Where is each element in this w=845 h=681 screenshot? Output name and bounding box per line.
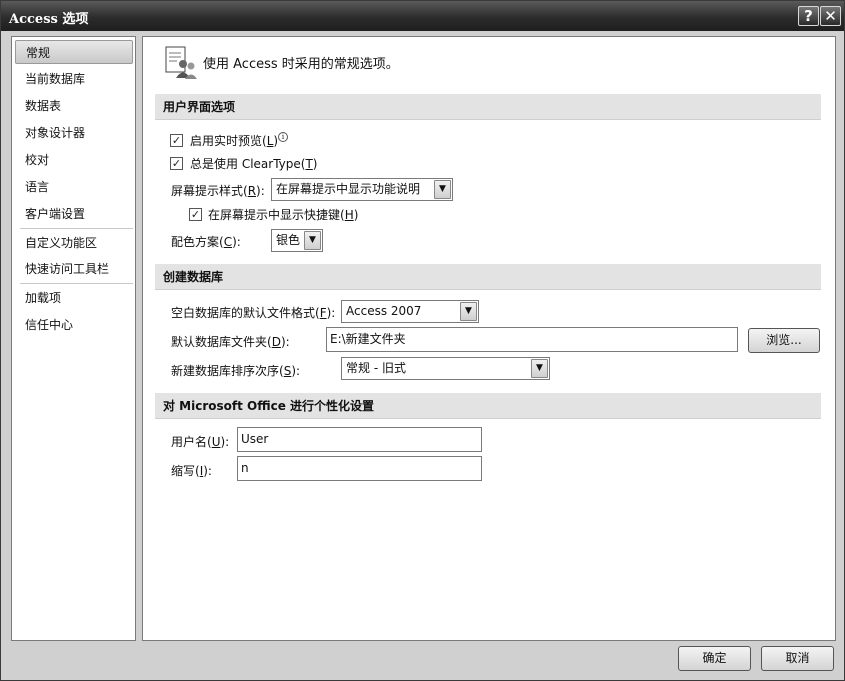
- username-label: 用户名(U):: [171, 435, 230, 449]
- access-options-dialog: Access 选项 ? ✕ 常规 当前数据库 数据表 对象设计器 校对 语言 客…: [0, 0, 845, 681]
- section-create-database: 创建数据库: [155, 264, 821, 290]
- file-format-select[interactable]: Access 2007 ▼: [341, 300, 479, 323]
- sidebar-item-trust-center[interactable]: 信任中心: [15, 313, 133, 337]
- live-preview-label[interactable]: 启用实时预览(L): [190, 132, 278, 149]
- section-personalize-office: 对 Microsoft Office 进行个性化设置: [155, 393, 821, 419]
- sidebar-item-current-database[interactable]: 当前数据库: [15, 67, 133, 91]
- initials-input[interactable]: n: [237, 456, 482, 481]
- browse-button[interactable]: 浏览...: [748, 328, 820, 353]
- info-icon[interactable]: i: [278, 132, 288, 142]
- initials-label: 缩写(I):: [171, 464, 212, 478]
- default-folder-input[interactable]: E:\新建文件夹: [326, 327, 738, 352]
- file-format-value: Access 2007: [346, 304, 422, 318]
- sidebar-item-object-designers[interactable]: 对象设计器: [15, 121, 133, 145]
- cleartype-checkbox[interactable]: ✓: [170, 157, 183, 170]
- sidebar-item-language[interactable]: 语言: [15, 175, 133, 199]
- main-panel: 使用 Access 时采用的常规选项。 用户界面选项 ✓ 启用实时预览(L) i…: [142, 36, 836, 641]
- username-input[interactable]: User: [237, 427, 482, 452]
- screentip-style-value: 在屏幕提示中显示功能说明: [276, 182, 421, 196]
- help-button[interactable]: ?: [798, 6, 819, 26]
- section-ui-options: 用户界面选项: [155, 94, 821, 120]
- sidebar-item-quick-access-toolbar[interactable]: 快速访问工具栏: [15, 257, 133, 281]
- sort-order-value: 常规 - 旧式: [346, 361, 406, 375]
- title-bar[interactable]: Access 选项 ? ✕: [1, 1, 844, 31]
- general-options-icon: [165, 46, 197, 79]
- default-folder-label: 默认数据库文件夹(D):: [171, 335, 290, 349]
- screentip-style-label: 屏幕提示样式(R):: [171, 184, 265, 198]
- close-button[interactable]: ✕: [820, 6, 841, 26]
- sidebar-item-add-ins[interactable]: 加载项: [15, 286, 133, 310]
- show-shortcut-label[interactable]: 在屏幕提示中显示快捷键(H): [208, 206, 358, 223]
- sort-order-label: 新建数据库排序次序(S):: [171, 364, 301, 378]
- chevron-down-icon[interactable]: ▼: [304, 231, 321, 250]
- chevron-down-icon[interactable]: ▼: [434, 180, 451, 199]
- sort-order-select[interactable]: 常规 - 旧式 ▼: [341, 357, 550, 380]
- sidebar-item-proofing[interactable]: 校对: [15, 148, 133, 172]
- chevron-down-icon[interactable]: ▼: [460, 302, 477, 321]
- screentip-style-select[interactable]: 在屏幕提示中显示功能说明 ▼: [271, 178, 453, 201]
- color-scheme-value: 银色: [276, 233, 301, 247]
- show-shortcut-checkbox[interactable]: ✓: [189, 208, 202, 221]
- header-description: 使用 Access 时采用的常规选项。: [203, 57, 399, 72]
- live-preview-checkbox[interactable]: ✓: [170, 134, 183, 147]
- sidebar-item-datasheet[interactable]: 数据表: [15, 94, 133, 118]
- cancel-button[interactable]: 取消: [761, 646, 834, 671]
- sidebar-item-general[interactable]: 常规: [15, 40, 133, 64]
- file-format-label: 空白数据库的默认文件格式(F):: [171, 306, 336, 320]
- chevron-down-icon[interactable]: ▼: [531, 359, 548, 378]
- cleartype-label[interactable]: 总是使用 ClearType(T): [190, 155, 317, 172]
- sidebar-divider: [20, 283, 133, 284]
- sidebar: 常规 当前数据库 数据表 对象设计器 校对 语言 客户端设置 自定义功能区 快速…: [11, 36, 136, 641]
- color-scheme-label: 配色方案(C):: [171, 235, 241, 249]
- ok-button[interactable]: 确定: [678, 646, 751, 671]
- sidebar-item-client-settings[interactable]: 客户端设置: [15, 202, 133, 226]
- sidebar-divider: [20, 228, 133, 229]
- color-scheme-select[interactable]: 银色 ▼: [271, 229, 323, 252]
- sidebar-item-customize-ribbon[interactable]: 自定义功能区: [15, 231, 133, 255]
- window-title: Access 选项: [9, 12, 89, 27]
